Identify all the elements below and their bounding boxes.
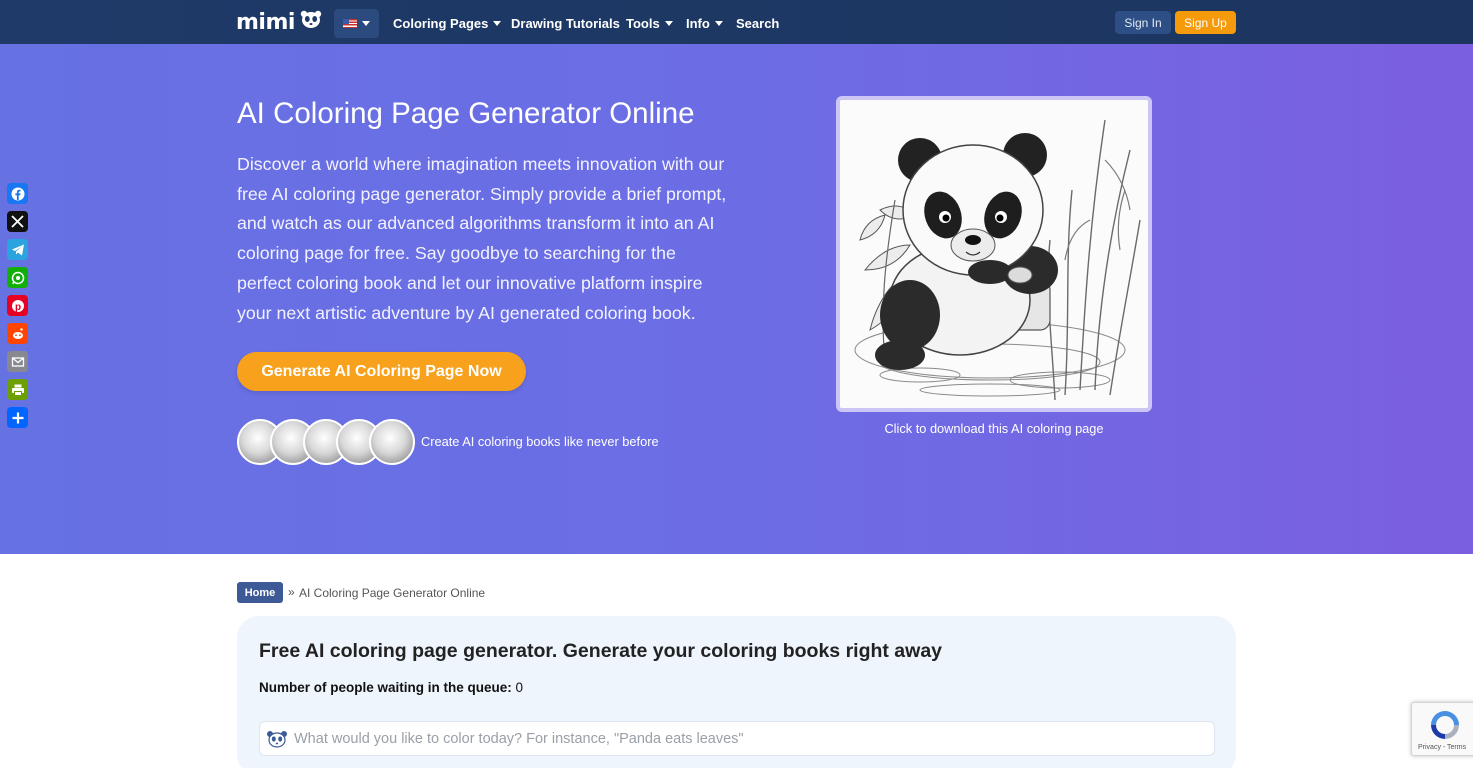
panda-illustration	[840, 100, 1148, 408]
sign-up-button[interactable]: Sign Up	[1175, 11, 1236, 34]
avatars-caption: Create AI coloring books like never befo…	[421, 434, 659, 449]
chevron-down-icon	[714, 21, 723, 26]
hero-section	[0, 44, 1473, 554]
preview-caption[interactable]: Click to download this AI coloring page	[836, 421, 1152, 436]
queue-count: 0	[515, 680, 524, 695]
email-share-button[interactable]	[7, 351, 28, 372]
print-share-button[interactable]	[7, 379, 28, 400]
top-navbar: mimi Coloring Pages Drawing Tutorials To…	[0, 0, 1473, 44]
telegram-share-button[interactable]	[7, 239, 28, 260]
nav-item-label: Search	[736, 16, 780, 31]
facebook-share-button[interactable]	[7, 183, 28, 204]
reddit-share-button[interactable]	[7, 323, 28, 344]
nav-search[interactable]: Search	[736, 16, 779, 31]
share-plus-icon	[12, 412, 23, 423]
email-icon	[11, 356, 24, 367]
breadcrumb-current: AI Coloring Page Generator Online	[299, 586, 486, 600]
nav-item-label: Tools	[626, 16, 660, 31]
hero-description: Discover a world where imagination meets…	[237, 154, 727, 323]
chevron-down-icon	[493, 21, 502, 26]
facebook-icon	[11, 187, 24, 200]
print-icon	[11, 384, 24, 396]
nav-item-label: Drawing Tutorials	[511, 16, 620, 31]
logo-text: mimi	[236, 9, 295, 35]
pinterest-icon: p	[11, 299, 24, 313]
nav-coloring-pages[interactable]: Coloring Pages	[393, 16, 502, 31]
panda-prompt-icon	[266, 730, 288, 753]
chevron-down-icon	[664, 21, 673, 26]
prompt-input[interactable]	[294, 722, 1204, 755]
x-share-button[interactable]	[7, 211, 28, 232]
more-share-button[interactable]	[7, 407, 28, 428]
site-logo[interactable]: mimi	[236, 9, 323, 35]
nav-tools[interactable]: Tools	[626, 16, 673, 31]
reddit-icon	[12, 327, 23, 339]
whatsapp-icon	[11, 271, 24, 284]
language-selector[interactable]	[334, 9, 379, 38]
nav-item-label: Coloring Pages	[393, 16, 489, 31]
nav-info[interactable]: Info	[686, 16, 723, 31]
recaptcha-icon	[1431, 711, 1459, 739]
generator-title: Free AI coloring page generator. Generat…	[259, 640, 943, 662]
queue-label: Number of people waiting in the queue:	[259, 680, 512, 695]
pinterest-share-button[interactable]: p	[7, 295, 28, 316]
sample-avatars	[237, 419, 417, 465]
sign-in-button[interactable]: Sign In	[1115, 11, 1171, 34]
whatsapp-share-button[interactable]	[7, 267, 28, 288]
breadcrumb-separator: »	[288, 585, 295, 599]
nav-drawing-tutorials[interactable]: Drawing Tutorials	[511, 16, 620, 31]
telegram-icon	[11, 244, 24, 255]
chevron-down-icon	[362, 21, 370, 26]
recaptcha-footer[interactable]: Privacy - Terms	[1418, 744, 1466, 751]
x-icon	[11, 215, 24, 228]
queue-status: Number of people waiting in the queue: 0	[259, 680, 523, 695]
nav-item-label: Info	[686, 16, 710, 31]
svg-text:p: p	[14, 302, 20, 313]
recaptcha-badge[interactable]: Privacy - Terms	[1411, 702, 1473, 756]
page-title: AI Coloring Page Generator Online	[237, 97, 695, 130]
us-flag-icon	[343, 19, 357, 28]
prompt-field[interactable]	[259, 721, 1215, 756]
sample-owl-thumbnail	[369, 419, 415, 465]
panda-logo-icon	[299, 9, 323, 35]
generate-now-button[interactable]: Generate AI Coloring Page Now	[237, 352, 526, 391]
panda-coloring-preview[interactable]	[836, 96, 1152, 412]
breadcrumb-home-link[interactable]: Home	[237, 582, 283, 603]
